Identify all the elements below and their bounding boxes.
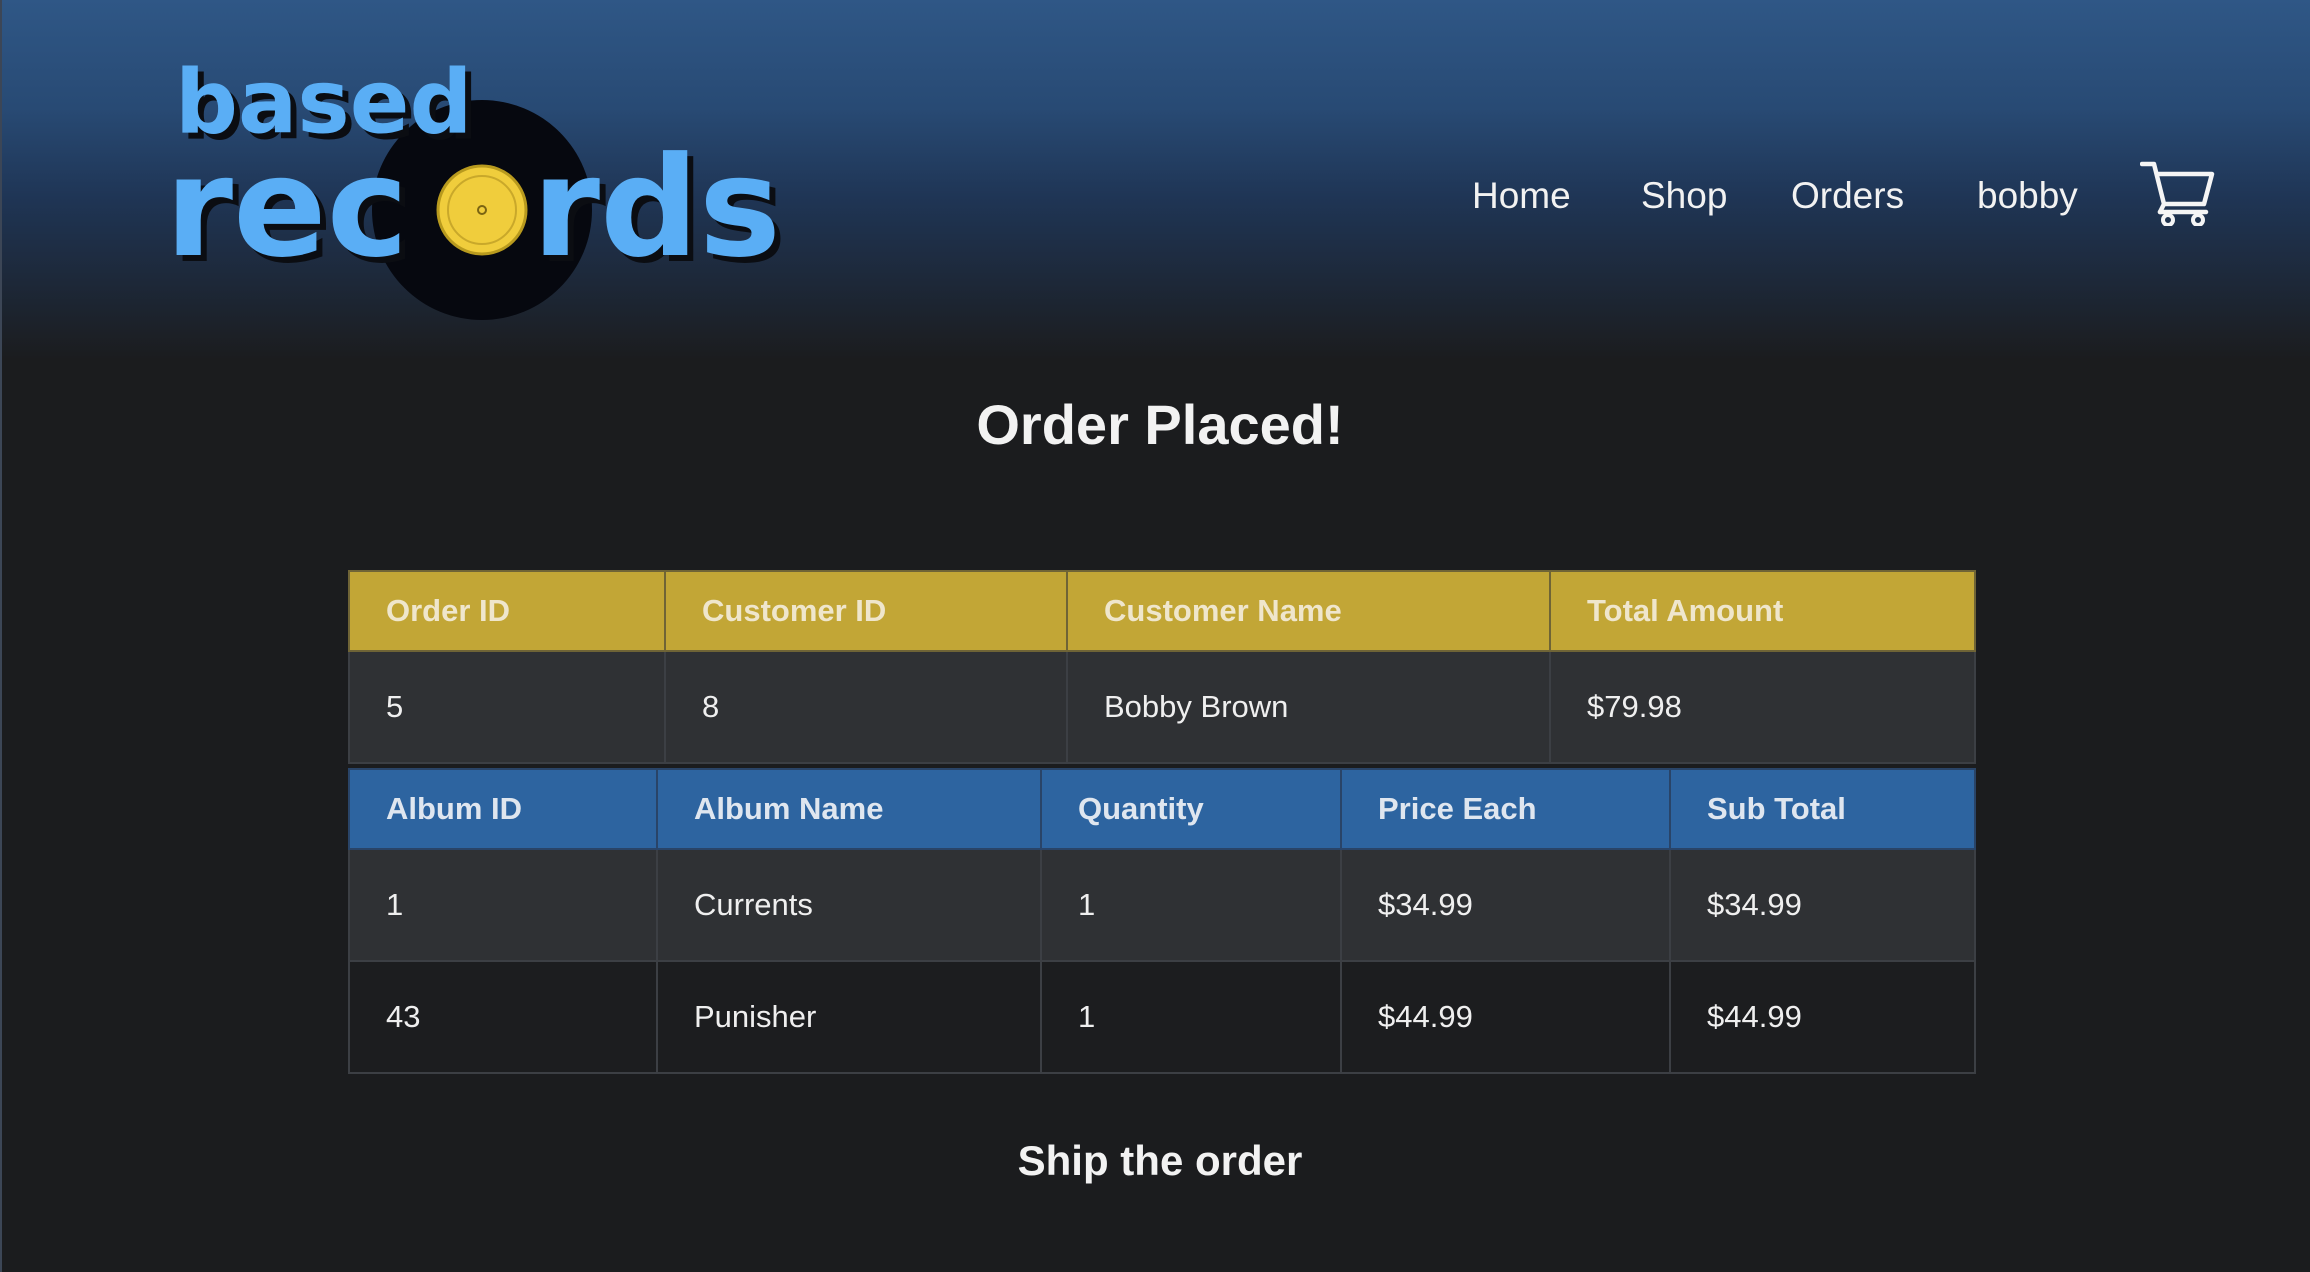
nav-shop-link[interactable]: Shop: [1641, 170, 1727, 222]
customer-name-cell: Bobby Brown: [1066, 650, 1551, 764]
album-name-header: Album Name: [656, 768, 1042, 850]
album-id-cell: 1: [348, 848, 658, 962]
quantity-cell: 1: [1040, 960, 1342, 1074]
sub-total-cell: $34.99: [1669, 848, 1976, 962]
price-each-cell: $44.99: [1340, 960, 1671, 1074]
price-each-cell: $34.99: [1340, 848, 1671, 962]
order-summary-table: Order ID Customer ID Customer Name Total…: [348, 570, 1976, 764]
table-row: 43 Punisher 1 $44.99 $44.99: [348, 960, 1976, 1074]
customer-id-cell: 8: [664, 650, 1068, 764]
sub-total-cell: $44.99: [1669, 960, 1976, 1074]
price-each-header: Price Each: [1340, 768, 1671, 850]
album-name-cell: Punisher: [656, 960, 1042, 1074]
quantity-header: Quantity: [1040, 768, 1342, 850]
customer-name-header: Customer Name: [1066, 570, 1551, 652]
total-amount-cell: $79.98: [1549, 650, 1976, 764]
album-id-header: Album ID: [348, 768, 658, 850]
nav-home-link[interactable]: Home: [1472, 170, 1571, 222]
album-id-cell: 43: [348, 960, 658, 1074]
sub-total-header: Sub Total: [1669, 768, 1976, 850]
quantity-cell: 1: [1040, 848, 1342, 962]
cart-icon[interactable]: [2139, 158, 2216, 227]
nav-orders-link[interactable]: Orders: [1791, 170, 1904, 222]
order-header-row: Order ID Customer ID Customer Name Total…: [348, 570, 1976, 652]
ship-order-link[interactable]: Ship the order: [0, 1130, 2310, 1192]
nav-user-link[interactable]: bobby: [1977, 170, 2078, 222]
order-id-cell: 5: [348, 650, 666, 764]
customer-id-header: Customer ID: [664, 570, 1068, 652]
order-id-header: Order ID: [348, 570, 666, 652]
album-name-cell: Currents: [656, 848, 1042, 962]
order-items-table: Album ID Album Name Quantity Price Each …: [348, 768, 1976, 1074]
total-amount-header: Total Amount: [1549, 570, 1976, 652]
table-row: 1 Currents 1 $34.99 $34.99: [348, 848, 1976, 962]
main-nav: Home Shop Orders bobby: [0, 170, 2310, 222]
items-header-row: Album ID Album Name Quantity Price Each …: [348, 768, 1976, 850]
order-row: 5 8 Bobby Brown $79.98: [348, 650, 1976, 764]
page-title: Order Placed!: [976, 393, 1344, 456]
